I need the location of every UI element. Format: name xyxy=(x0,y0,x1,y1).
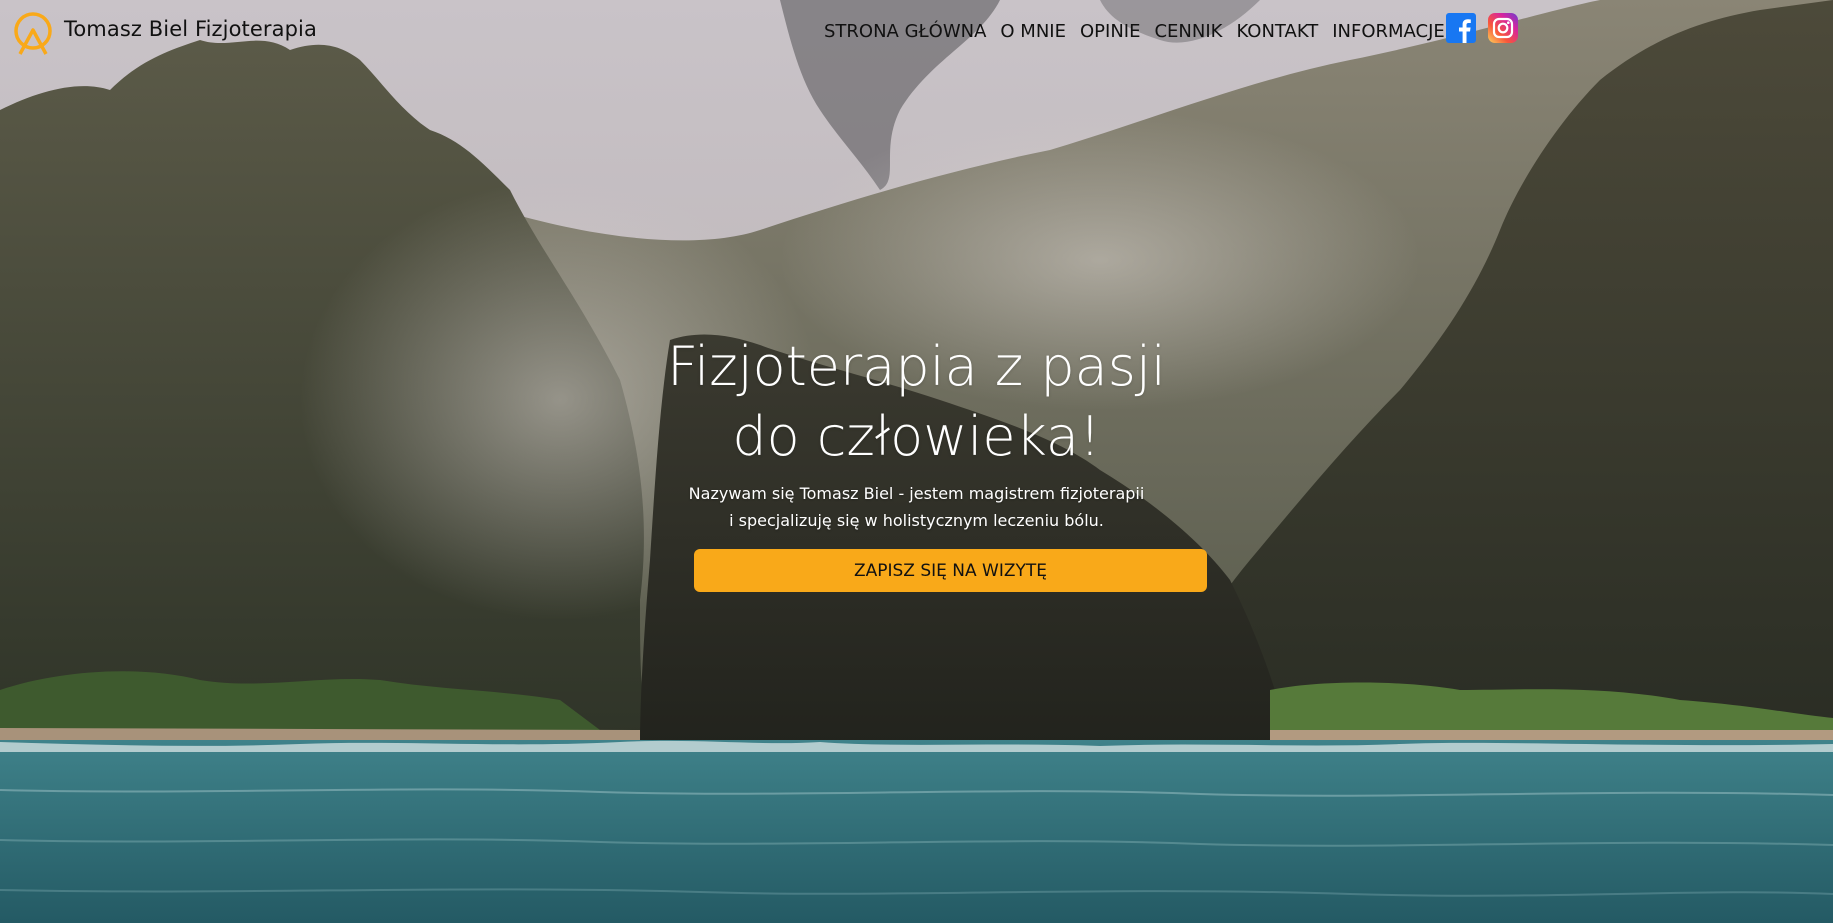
main-nav: STRONA GŁÓWNA O MNIE OPINIE CENNIK KONTA… xyxy=(824,21,1452,42)
hero-content: Fizjoterapia z pasji do człowieka! Nazyw… xyxy=(0,332,1833,534)
facebook-icon[interactable] xyxy=(1446,13,1476,43)
nav-item-kontakt[interactable]: KONTAKT xyxy=(1229,21,1325,42)
hero-title-line-1: Fizjoterapia z pasji xyxy=(667,335,1166,398)
nav-item-o-mnie[interactable]: O MNIE xyxy=(993,21,1073,42)
nav-item-strona-glowna[interactable]: STRONA GŁÓWNA xyxy=(824,21,993,42)
person-circle-logo-icon[interactable] xyxy=(10,10,56,56)
book-visit-button[interactable]: ZAPISZ SIĘ NA WIZYTĘ xyxy=(694,549,1207,592)
hero-subtitle: Nazywam się Tomasz Biel - jestem magistr… xyxy=(688,484,1145,530)
nav-item-informacje[interactable]: INFORMACJE xyxy=(1325,21,1452,42)
instagram-icon[interactable] xyxy=(1488,13,1518,43)
nav-item-cennik[interactable]: CENNIK xyxy=(1147,21,1229,42)
site-header: Tomasz Biel Fizjoterapia STRONA GŁÓWNA O… xyxy=(0,0,1833,60)
hero-title-line-2: do człowieka! xyxy=(732,405,1101,468)
hero-section: Tomasz Biel Fizjoterapia STRONA GŁÓWNA O… xyxy=(0,0,1833,923)
hero-title: Fizjoterapia z pasji do człowieka! xyxy=(617,332,1217,472)
nav-item-opinie[interactable]: OPINIE xyxy=(1073,21,1147,42)
brand-name[interactable]: Tomasz Biel Fizjoterapia xyxy=(64,17,317,41)
